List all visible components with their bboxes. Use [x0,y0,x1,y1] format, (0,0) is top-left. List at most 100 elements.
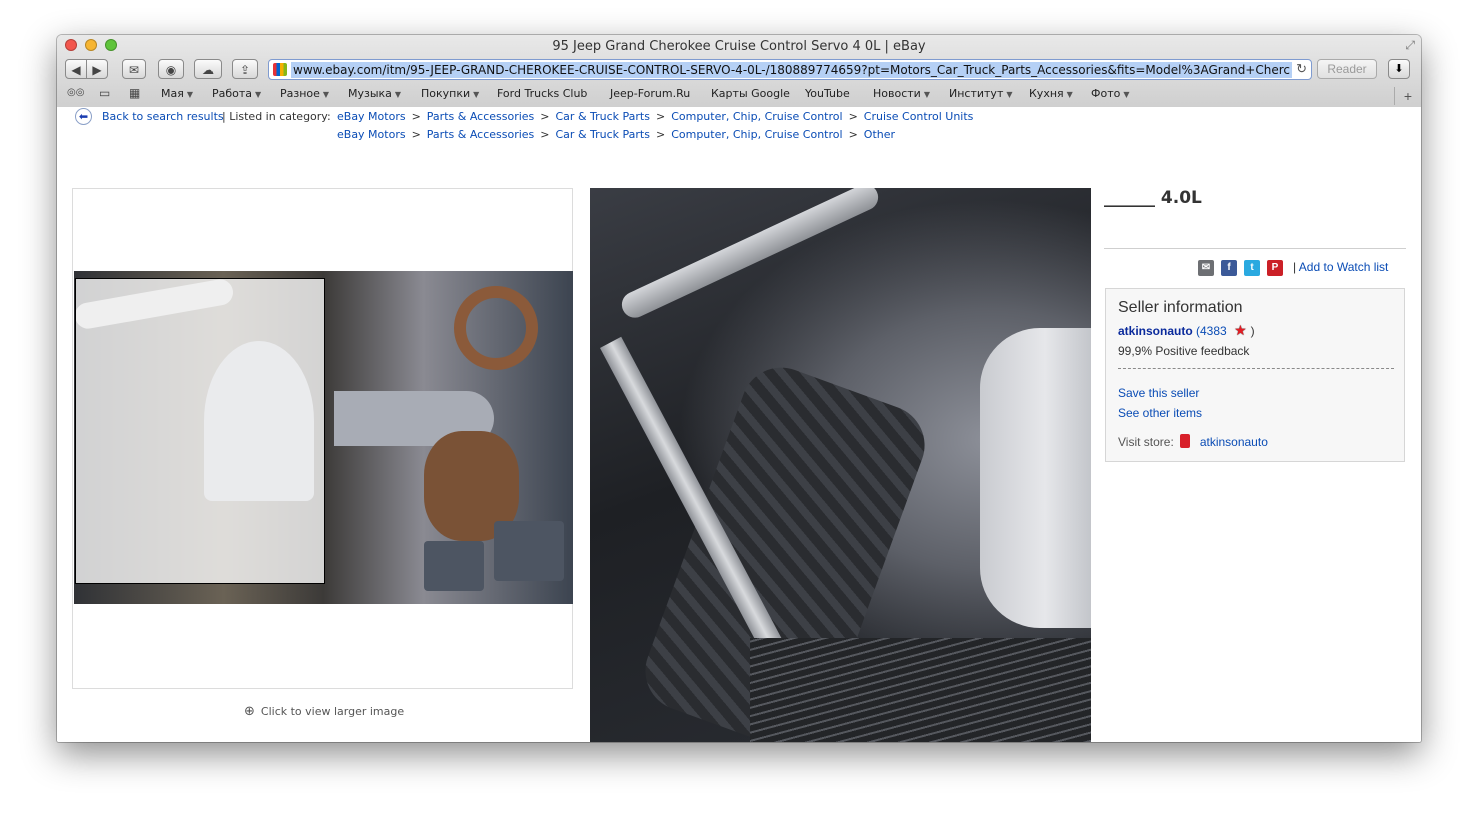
image-detail [980,328,1091,628]
chevron-down-icon: ▼ [923,90,930,99]
chevron-down-icon: ▼ [1123,90,1130,99]
grid-icon[interactable]: ▦ [129,86,140,100]
category-link[interactable]: eBay Motors [337,128,406,141]
back-button[interactable]: ◀ [65,59,87,79]
bookmark-item[interactable]: Работа ▼ [212,87,261,100]
forward-button[interactable]: ▶ [86,59,108,79]
chevron-down-icon: ▼ [394,90,402,99]
store-link[interactable]: atkinsonauto [1200,435,1268,449]
url-text[interactable]: www.ebay.com/itm/95-JEEP-GRAND-CHEROKEE-… [291,62,1292,78]
category-link[interactable]: Other [864,128,895,141]
pinterest-icon[interactable]: P [1267,260,1283,276]
image-detail [424,541,484,591]
ebay-favicon-icon [273,63,287,76]
address-bar[interactable]: www.ebay.com/itm/95-JEEP-GRAND-CHEROKEE-… [268,59,1312,80]
watch-area: | Add to Watch list [1293,260,1388,274]
zoom-lens[interactable] [75,278,325,584]
chevron-down-icon: ▼ [473,90,480,99]
title-bar: 95 Jeep Grand Cherokee Cruise Control Se… [57,35,1421,57]
bookmark-item[interactable]: Новости ▼ [873,87,930,100]
image-detail [454,286,538,370]
back-arrow-icon[interactable]: ⬅ [75,108,92,125]
zoomed-product-image [590,188,1091,742]
main-image-frame[interactable] [72,188,573,689]
bookmark-item[interactable]: Фото ▼ [1091,87,1130,100]
save-seller-link[interactable]: Save this seller [1118,386,1199,400]
score-close: ) [1250,324,1255,338]
bookmark-item[interactable]: Институт ▼ [949,87,1013,100]
web-page: ⬅ Back to search results | Listed in cat… [57,107,1421,742]
category-link[interactable]: Computer, Chip, Cruise Control [671,128,842,141]
top-sites-icon[interactable]: ◉ [158,59,184,79]
see-other-items-link[interactable]: See other items [1118,406,1202,420]
star-icon: ★ [1234,322,1247,338]
browser-window: 95 Jeep Grand Cherokee Cruise Control Se… [57,35,1421,742]
divider-bar: | [1293,260,1297,274]
bookmark-item[interactable]: Покупки ▼ [421,87,479,100]
zoom-caption[interactable]: ⊕ Click to view larger image [244,704,404,719]
separator: > [411,128,421,141]
separator: > [655,128,666,141]
reload-icon[interactable]: ↻ [1293,61,1307,77]
category-path-2: eBay Motors > Parts & Accessories > Car & Tr… [337,128,895,141]
separator: > [848,110,858,123]
chevron-down-icon: ▼ [1006,90,1013,99]
main-product-image[interactable] [74,271,573,604]
separator: > [848,128,858,141]
reader-button[interactable]: Reader [1317,59,1377,79]
image-detail [750,638,1091,742]
fullscreen-icon[interactable]: ⤢ [1405,38,1415,53]
bookmark-item[interactable]: Ford Trucks Club [497,87,587,100]
chevron-down-icon: ▼ [186,90,194,99]
dotted-divider [1118,368,1394,369]
category-link[interactable]: Computer, Chip, Cruise Control [671,110,842,123]
icloud-tabs-icon[interactable]: ☁ [194,59,222,79]
seller-name-row: atkinsonauto (4383 ★) [1118,322,1255,339]
new-tab-button[interactable]: + [1394,87,1421,105]
image-detail [494,521,564,581]
visit-store-row: Visit store: atkinsonauto [1118,434,1268,449]
visit-store-label: Visit store: [1118,435,1174,449]
seller-heading: Seller information [1118,299,1243,316]
listed-in-label: | Listed in category: [222,110,331,123]
bookmarks-bar: ◎◎ ▭ ▦ Мая ▼ Работа ▼ Разное ▼ Музыка ▼ Поку… [57,85,1421,105]
downloads-icon[interactable]: ⬇ [1388,59,1410,79]
back-to-search-link[interactable]: Back to search results [102,110,224,123]
reading-list-icon[interactable]: ◎◎ [67,87,84,98]
bookmark-item[interactable]: Кухня ▼ [1029,87,1073,100]
positive-feedback: 99,9% Positive feedback [1118,344,1250,358]
separator: > [540,110,550,123]
add-to-watch-list-link[interactable]: Add to Watch list [1299,260,1389,274]
category-link[interactable]: Parts & Accessories [427,128,534,141]
category-link[interactable]: Car & Truck Parts [556,110,650,123]
category-link[interactable]: Car & Truck Parts [556,128,650,141]
twitter-icon[interactable]: t [1244,260,1260,276]
facebook-icon[interactable]: f [1221,260,1237,276]
divider [1104,248,1406,249]
category-link[interactable]: Parts & Accessories [427,110,534,123]
category-path-1: eBay Motors > Parts & Accessories > Car & Tr… [337,110,973,123]
share-icon[interactable]: ⇪ [232,59,258,79]
email-share-icon[interactable]: ✉ [1198,260,1214,276]
store-icon [1179,434,1190,448]
separator: > [655,110,666,123]
magnifier-icon: ⊕ [244,704,255,719]
bookmark-item[interactable]: Музыка ▼ [348,87,401,100]
category-link[interactable]: eBay Motors [337,110,406,123]
separator: > [411,110,421,123]
feedback-score-link[interactable]: (4383 [1196,324,1227,338]
mail-icon[interactable]: ✉ [122,59,146,79]
bookmark-item[interactable]: Jeep-Forum.Ru [610,87,690,100]
category-link[interactable]: Cruise Control Units [864,110,974,123]
window-title: 95 Jeep Grand Cherokee Cruise Control Se… [552,39,926,54]
bookmarks-icon[interactable]: ▭ [99,86,110,100]
bookmark-item[interactable]: YouTube [805,87,850,100]
bookmark-item[interactable]: Разное ▼ [280,87,329,100]
chevron-down-icon: ▼ [322,90,330,99]
chevron-down-icon: ▼ [255,90,262,99]
browser-chrome: 95 Jeep Grand Cherokee Cruise Control Se… [57,35,1421,108]
separator: > [540,128,550,141]
bookmark-item[interactable]: Карты Google [711,87,790,100]
seller-name-link[interactable]: atkinsonauto [1118,324,1193,338]
bookmark-item[interactable]: Мая ▼ [161,87,193,100]
